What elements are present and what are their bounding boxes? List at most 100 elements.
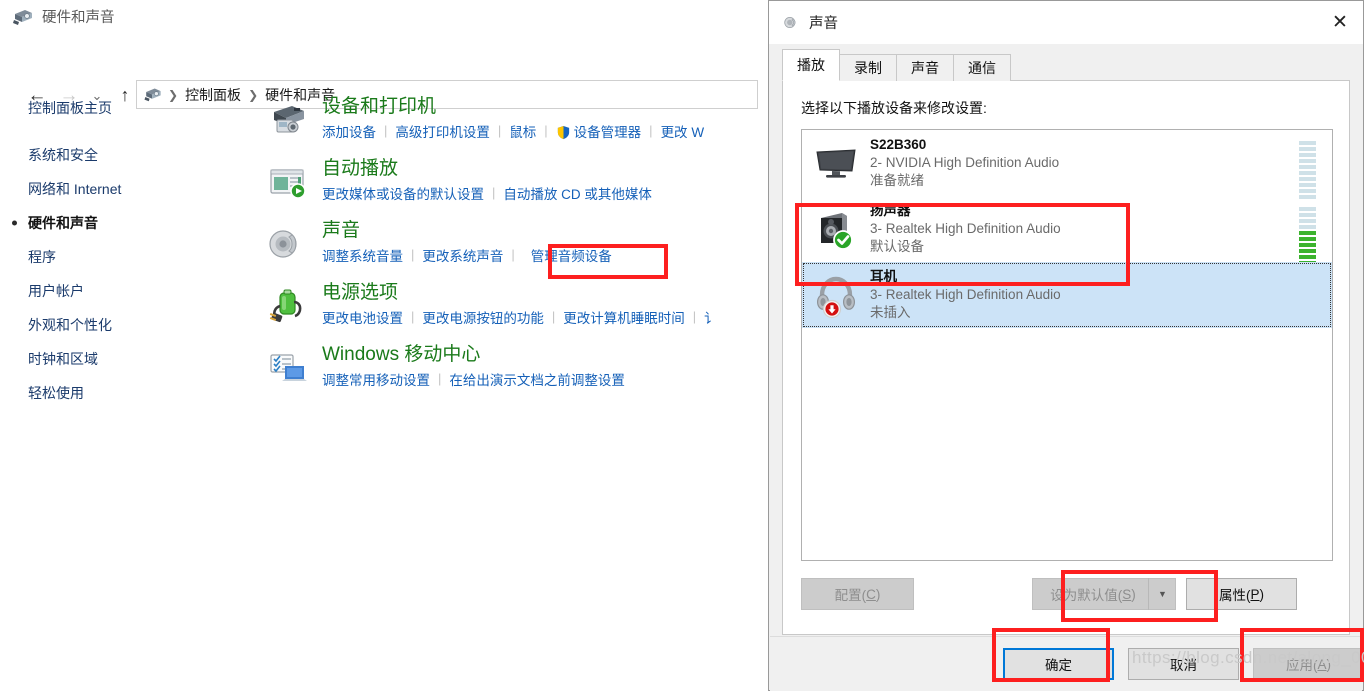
sidebar-item-clock-and-region[interactable]: 时钟和区域 [0, 342, 250, 376]
category-title[interactable]: 设备和打印机 [322, 96, 766, 118]
sound-dialog-icon [784, 17, 796, 28]
link-manage-audio-devices[interactable]: 管理音频设备 [523, 245, 612, 265]
set-default-button-tail: ) [1131, 586, 1136, 602]
set-default-dropdown-chevron-down-icon[interactable]: ▼ [1148, 578, 1176, 610]
set-default-button-accel: S [1122, 586, 1132, 602]
link-separator: | [692, 309, 697, 325]
tab-communications[interactable]: 通信 [953, 54, 1011, 81]
link-separator: | [551, 309, 556, 325]
link-device-manager-label: 设备管理器 [573, 124, 642, 140]
link-advanced-printer-settings[interactable]: 高级打印机设置 [395, 121, 490, 141]
meter-segment [1299, 225, 1316, 229]
link-separator: | [649, 123, 653, 139]
device-driver: 3- Realtek High Definition Audio [870, 286, 1061, 302]
category-autoplay: 自动播放 更改媒体或设备的默认设置 | 自动播放 CD 或其他媒体 [266, 158, 766, 215]
meter-segment [1299, 213, 1316, 217]
properties-button[interactable]: 属性(P) [1186, 578, 1297, 610]
link-separator: | [497, 123, 502, 139]
sidebar-item-programs[interactable]: 程序 [0, 240, 250, 274]
ok-button[interactable]: 确定 [1003, 648, 1114, 680]
sound-dialog-tabs: 播放 录制 声音 通信 [782, 49, 1350, 81]
volume-meter [1299, 141, 1316, 199]
properties-button-accel: P [1250, 586, 1260, 602]
link-change-power-button[interactable]: 更改电源按钮的功能 [422, 307, 544, 327]
link-truncated[interactable]: 讠 [704, 307, 718, 327]
sidebar-item-label: 轻松使用 [28, 385, 84, 401]
link-adjust-mobile-settings[interactable]: 调整常用移动设置 [322, 369, 430, 389]
ok-button-label: 确定 [1045, 658, 1072, 673]
sidebar-item-label: 程序 [28, 249, 56, 265]
current-item-bullet-icon [12, 220, 17, 226]
link-separator: | [411, 309, 415, 325]
sidebar-item-label: 时钟和区域 [28, 351, 98, 367]
sidebar-item-hardware-and-sound[interactable]: 硬件和声音 [0, 206, 250, 240]
meter-segment [1299, 255, 1316, 259]
sidebar-item-user-accounts[interactable]: 用户帐户 [0, 274, 250, 308]
playback-prompt: 选择以下播放设备来修改设置: [801, 100, 987, 116]
category-links: 调整常用移动设置 | 在给出演示文档之前调整设置 [322, 369, 766, 389]
category-links: 调整系统音量 | 更改系统声音 | 管理音频设备 [322, 245, 766, 265]
sidebar-item-control-panel-home[interactable]: 控制面板主页 [0, 92, 250, 124]
category-title[interactable]: 声音 [322, 220, 766, 242]
category-links: 更改媒体或设备的默认设置 | 自动播放 CD 或其他媒体 [322, 183, 766, 203]
meter-segment [1299, 183, 1316, 187]
category-title[interactable]: Windows 移动中心 [322, 344, 766, 366]
headphone-icon [812, 271, 860, 319]
sidebar-item-label: 外观和个性化 [28, 317, 112, 333]
category-title[interactable]: 自动播放 [322, 158, 766, 180]
link-mouse[interactable]: 鼠标 [509, 121, 536, 141]
device-status: 默认设备 [870, 239, 924, 255]
meter-segment [1299, 249, 1316, 253]
tab-recording[interactable]: 录制 [839, 54, 897, 81]
sidebar-item-ease-of-access[interactable]: 轻松使用 [0, 376, 250, 410]
device-list-item-s22b360[interactable]: S22B360 2- NVIDIA High Definition Audio … [802, 130, 1332, 199]
mobility-center-icon [266, 346, 310, 390]
tab-playback[interactable]: 播放 [782, 49, 840, 81]
sidebar-item-system-and-security[interactable]: 系统和安全 [0, 138, 250, 172]
volume-meter [1299, 207, 1316, 265]
device-list-item-headphones[interactable]: 耳机 3- Realtek High Definition Audio 未插入 [802, 262, 1332, 328]
link-change-media-defaults[interactable]: 更改媒体或设备的默认设置 [322, 183, 484, 203]
category-links: 更改电池设置 | 更改电源按钮的功能 | 更改计算机睡眠时间 | 讠 [322, 307, 766, 327]
category-sound: 声音 调整系统音量 | 更改系统声音 | 管理音频设备 [266, 220, 766, 277]
link-adjust-before-presentation[interactable]: 在给出演示文档之前调整设置 [449, 369, 625, 389]
sidebar-item-network-and-internet[interactable]: 网络和 Internet [0, 172, 250, 206]
category-devices-and-printers: 设备和打印机 添加设备 | 高级打印机设置 | 鼠标 | 设备管理器 | 更改 … [266, 96, 766, 153]
sidebar: 控制面板主页 系统和安全 网络和 Internet 硬件和声音 程序 用户帐户 … [0, 92, 250, 410]
sound-dialog-titlebar: 声音 ✕ [769, 1, 1363, 44]
device-action-buttons: 配置(C) 设为默认值(S) ▼ 属性(P) [801, 578, 1333, 612]
meter-segment [1299, 219, 1316, 223]
meter-segment [1299, 141, 1316, 145]
meter-segment [1299, 207, 1316, 211]
link-change-battery-settings[interactable]: 更改电池设置 [322, 307, 403, 327]
configure-button[interactable]: 配置(C) [801, 578, 914, 610]
device-status: 未插入 [870, 305, 911, 321]
uac-shield-icon [556, 125, 571, 140]
playback-device-list[interactable]: S22B360 2- NVIDIA High Definition Audio … [801, 129, 1333, 561]
link-change-sleep-time[interactable]: 更改计算机睡眠时间 [563, 307, 685, 327]
link-separator: | [511, 247, 515, 263]
category-links: 添加设备 | 高级打印机设置 | 鼠标 | 设备管理器 | 更改 W [322, 121, 766, 141]
link-autoplay-cd[interactable]: 自动播放 CD 或其他媒体 [503, 183, 652, 203]
link-change-system-sounds[interactable]: 更改系统声音 [422, 245, 503, 265]
sound-dialog-title-text: 声音 [809, 16, 838, 32]
meter-segment [1299, 237, 1316, 241]
close-icon[interactable]: ✕ [1317, 1, 1363, 43]
printer-icon [266, 98, 310, 142]
sidebar-item-appearance-and-personalization[interactable]: 外观和个性化 [0, 308, 250, 342]
watermark: https://blog.csdn.net/along_000 [1132, 648, 1364, 667]
device-list-item-speakers[interactable]: 扬声器 3- Realtek High Definition Audio 默认设… [802, 196, 1332, 265]
sidebar-item-label: 用户帐户 [28, 283, 84, 299]
category-title[interactable]: 电源选项 [322, 282, 766, 304]
category-power-options: 电源选项 更改电池设置 | 更改电源按钮的功能 | 更改计算机睡眠时间 | 讠 [266, 282, 766, 339]
meter-segment [1299, 165, 1316, 169]
category-list: 设备和打印机 添加设备 | 高级打印机设置 | 鼠标 | 设备管理器 | 更改 … [266, 96, 766, 406]
link-device-manager[interactable]: 设备管理器 [556, 121, 642, 141]
tab-sounds[interactable]: 声音 [896, 54, 954, 81]
configure-button-tail: ) [875, 586, 881, 602]
link-add-device[interactable]: 添加设备 [322, 121, 376, 141]
sound-dialog: 声音 ✕ 播放 录制 声音 通信 选择以下播放设备来修改设置: S22B360 … [768, 0, 1364, 691]
link-adjust-system-volume[interactable]: 调整系统音量 [322, 245, 403, 265]
link-change-w-truncated[interactable]: 更改 W [661, 121, 705, 141]
